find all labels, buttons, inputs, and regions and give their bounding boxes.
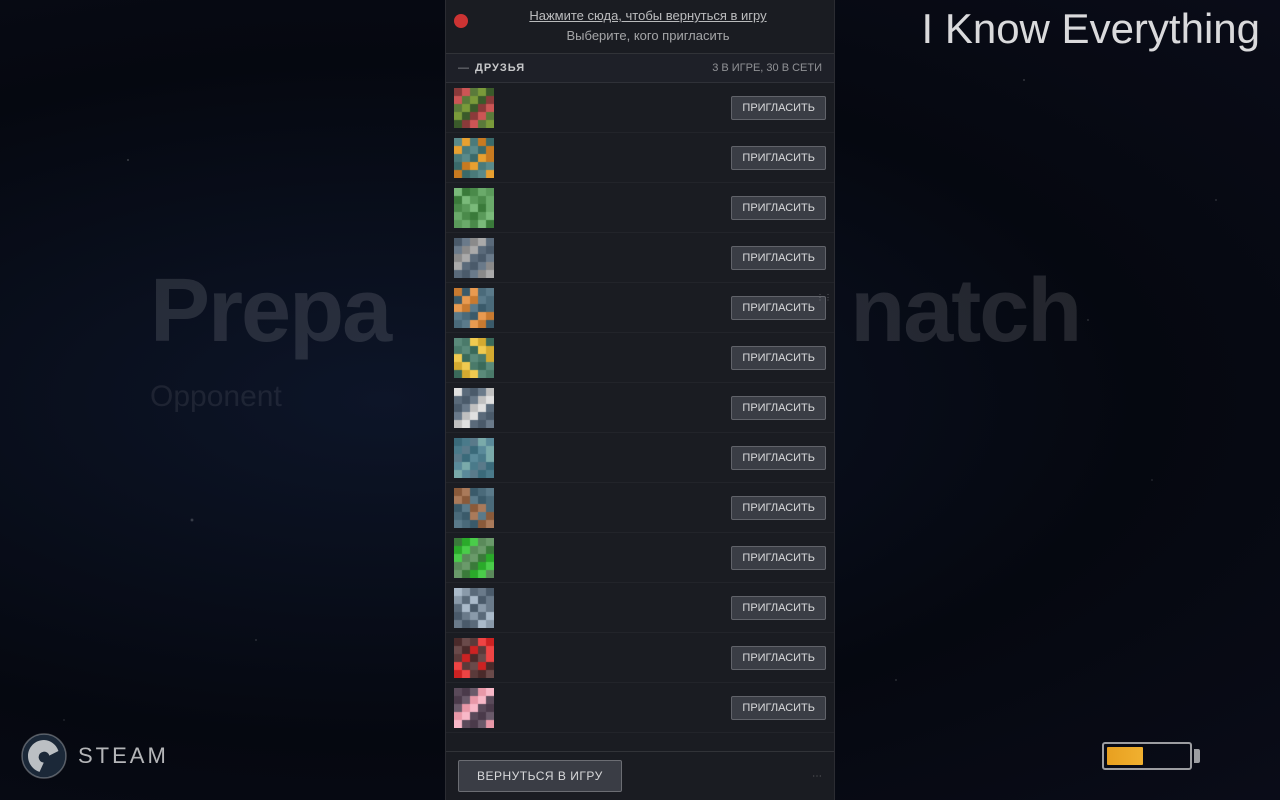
friend-avatar-container	[454, 688, 494, 728]
friend-avatar	[454, 638, 494, 678]
friend-avatar	[454, 138, 494, 178]
friend-item: ПРИГЛАСИТЬ	[446, 83, 834, 133]
invite-button[interactable]: ПРИГЛАСИТЬ	[731, 246, 826, 270]
friend-avatar	[454, 588, 494, 628]
invite-button[interactable]: ПРИГЛАСИТЬ	[731, 546, 826, 570]
invite-button[interactable]: ПРИГЛАСИТЬ	[731, 146, 826, 170]
friend-avatar-container	[454, 288, 494, 328]
steam-icon	[20, 732, 68, 780]
friend-avatar	[454, 688, 494, 728]
friend-item: ПРИГЛАСИТЬ	[446, 133, 834, 183]
invite-button[interactable]: ПРИГЛАСИТЬ	[731, 396, 826, 420]
friend-item: ПРИГЛАСИТЬ	[446, 233, 834, 283]
overlay-header: Нажмите сюда, чтобы вернуться в игру Выб…	[446, 0, 834, 54]
friend-avatar-container	[454, 88, 494, 128]
friend-avatar-container	[454, 138, 494, 178]
friend-avatar-container	[454, 188, 494, 228]
friend-avatar-container	[454, 438, 494, 478]
red-dot-indicator	[454, 14, 468, 28]
friend-item: ПРИГЛАСИТЬ	[446, 633, 834, 683]
overlay-footer: ВЕРНУТЬСЯ В ИГРУ ⋯	[446, 751, 834, 800]
return-to-game-link[interactable]: Нажмите сюда, чтобы вернуться в игру	[474, 8, 822, 23]
friend-avatar-container	[454, 388, 494, 428]
collapse-icon[interactable]: —	[458, 62, 469, 74]
friend-item: ПРИГЛАСИТЬ	[446, 433, 834, 483]
invite-button[interactable]: ПРИГЛАСИТЬ	[731, 646, 826, 670]
friend-avatar	[454, 288, 494, 328]
friend-avatar-container	[454, 488, 494, 528]
friend-item: ПРИГЛАСИТЬ	[446, 333, 834, 383]
invite-button[interactable]: ПРИГЛАСИТЬ	[731, 496, 826, 520]
invite-button[interactable]: ПРИГЛАСИТЬ	[731, 696, 826, 720]
game-title-text: I Know Everything	[921, 5, 1260, 52]
footer-dots: ⋯	[812, 771, 822, 782]
battery-body	[1102, 742, 1192, 770]
friend-item: ПРИГЛАСИТЬ	[446, 583, 834, 633]
choose-label: Выберите, кого пригласить	[567, 28, 730, 43]
friend-avatar-container	[454, 238, 494, 278]
friend-avatar	[454, 388, 494, 428]
steam-overlay-panel: Нажмите сюда, чтобы вернуться в игру Выб…	[445, 0, 835, 800]
friend-avatar	[454, 238, 494, 278]
friends-list[interactable]: ПРИГЛАСИТЬ ПРИГЛАСИТЬ ПРИГЛАСИТЬ ПРИГЛАСИТЬ…	[446, 83, 834, 751]
invite-button[interactable]: ПРИГЛАСИТЬ	[731, 96, 826, 120]
return-to-game-button[interactable]: ВЕРНУТЬСЯ В ИГРУ	[458, 760, 622, 792]
friend-item: ПРИГЛАСИТЬ	[446, 183, 834, 233]
friend-avatar	[454, 338, 494, 378]
friends-title: ДРУЗЬЯ	[475, 62, 712, 74]
friend-item: ПРИГЛАСИТЬ	[446, 283, 834, 333]
friend-item: ПРИГЛАСИТЬ	[446, 383, 834, 433]
friend-avatar	[454, 438, 494, 478]
invite-button[interactable]: ПРИГЛАСИТЬ	[731, 296, 826, 320]
friend-avatar	[454, 538, 494, 578]
friend-item: ПРИГЛАСИТЬ	[446, 533, 834, 583]
invite-button[interactable]: ПРИГЛАСИТЬ	[731, 596, 826, 620]
friend-item: ПРИГЛАСИТЬ	[446, 683, 834, 733]
friend-avatar-container	[454, 338, 494, 378]
invite-button[interactable]: ПРИГЛАСИТЬ	[731, 346, 826, 370]
friend-avatar-container	[454, 588, 494, 628]
friend-avatar	[454, 488, 494, 528]
friend-avatar-container	[454, 638, 494, 678]
friends-count: 3 В ИГРЕ, 30 В СЕТИ	[712, 62, 822, 74]
friend-avatar-container	[454, 538, 494, 578]
invite-button[interactable]: ПРИГЛАСИТЬ	[731, 446, 826, 470]
friend-avatar	[454, 188, 494, 228]
scroll-indicator: ⋮⋮	[816, 293, 832, 302]
friend-item: ПРИГЛАСИТЬ	[446, 483, 834, 533]
steam-logo: STEAM	[20, 732, 169, 780]
steam-label: STEAM	[78, 743, 169, 769]
battery-tip	[1194, 749, 1200, 763]
battery-fill	[1107, 747, 1143, 765]
game-title: I Know Everything	[901, 0, 1280, 58]
friend-avatar	[454, 88, 494, 128]
friends-section-header: — ДРУЗЬЯ 3 В ИГРЕ, 30 В СЕТИ	[446, 54, 834, 83]
invite-button[interactable]: ПРИГЛАСИТЬ	[731, 196, 826, 220]
battery-indicator	[1102, 742, 1200, 770]
